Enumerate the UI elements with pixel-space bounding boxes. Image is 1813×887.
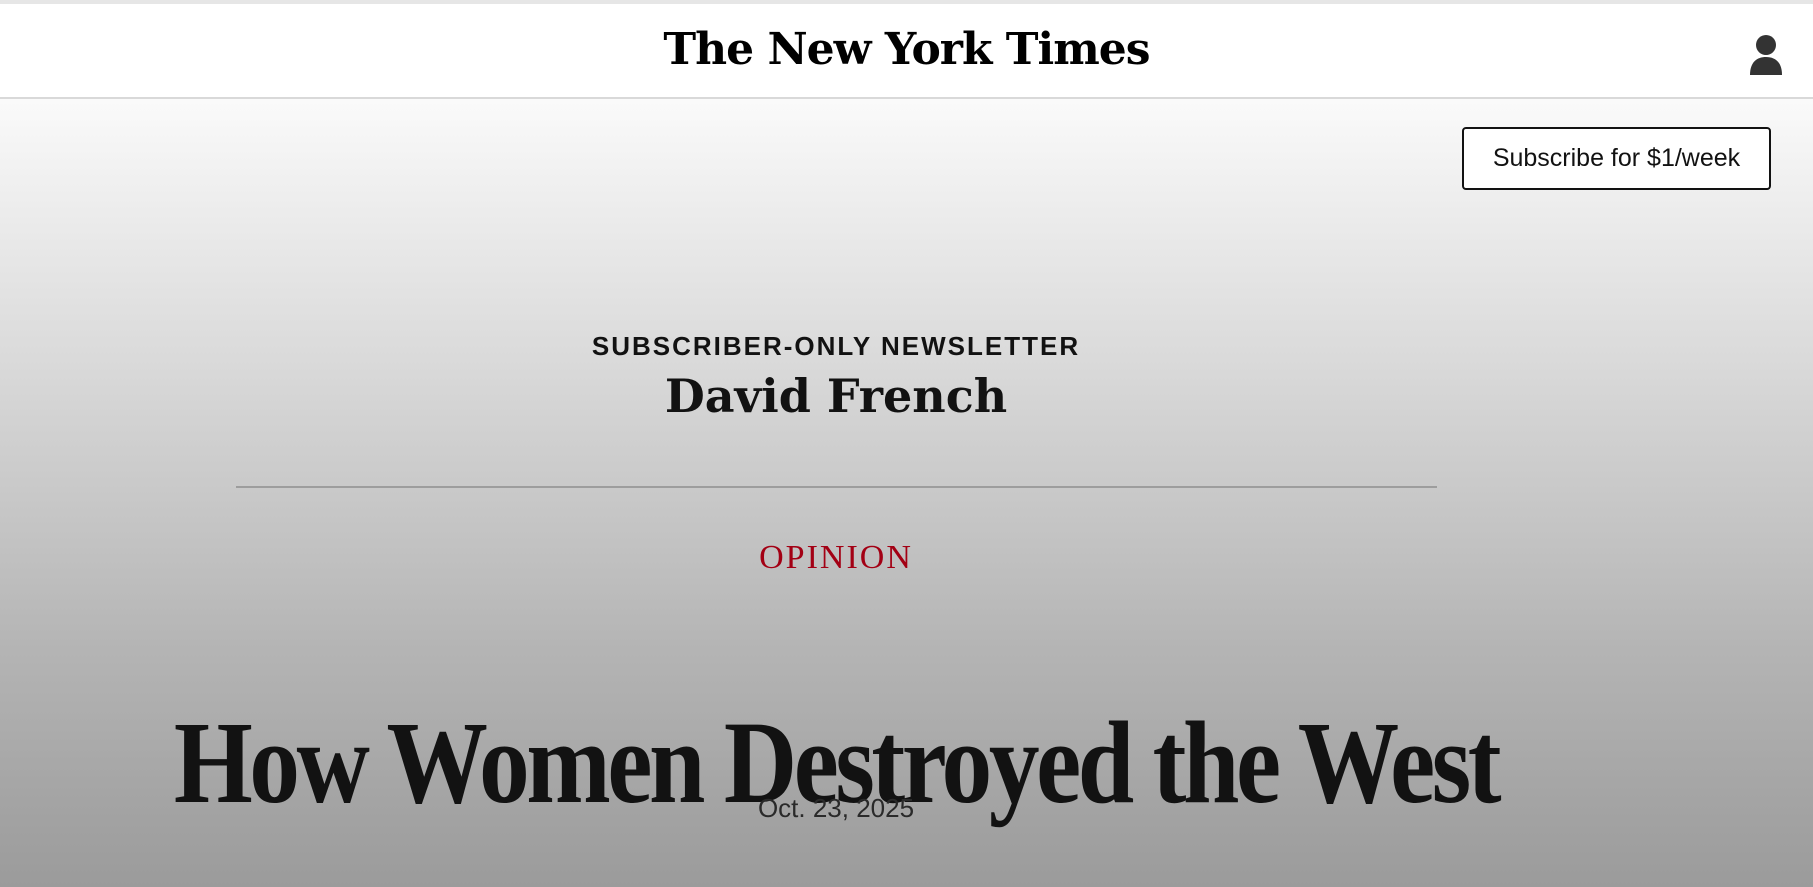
article-hero: Subscribe for $1/week SUBSCRIBER-ONLY NE… xyxy=(0,99,1813,887)
newsletter-author-name[interactable]: David French xyxy=(0,369,1672,423)
publish-date: Oct. 23, 2025 xyxy=(757,793,915,823)
subscribe-button[interactable]: Subscribe for $1/week xyxy=(1462,127,1771,190)
divider xyxy=(236,486,1437,488)
masthead: The New York Times xyxy=(0,4,1813,99)
user-account-icon[interactable] xyxy=(1749,34,1783,76)
user-silhouette-icon xyxy=(1750,35,1782,75)
section-label[interactable]: OPINION xyxy=(0,539,1672,577)
newsletter-kicker: SUBSCRIBER-ONLY NEWSLETTER xyxy=(591,331,1081,361)
nyt-logo[interactable]: The New York Times xyxy=(0,24,1813,77)
